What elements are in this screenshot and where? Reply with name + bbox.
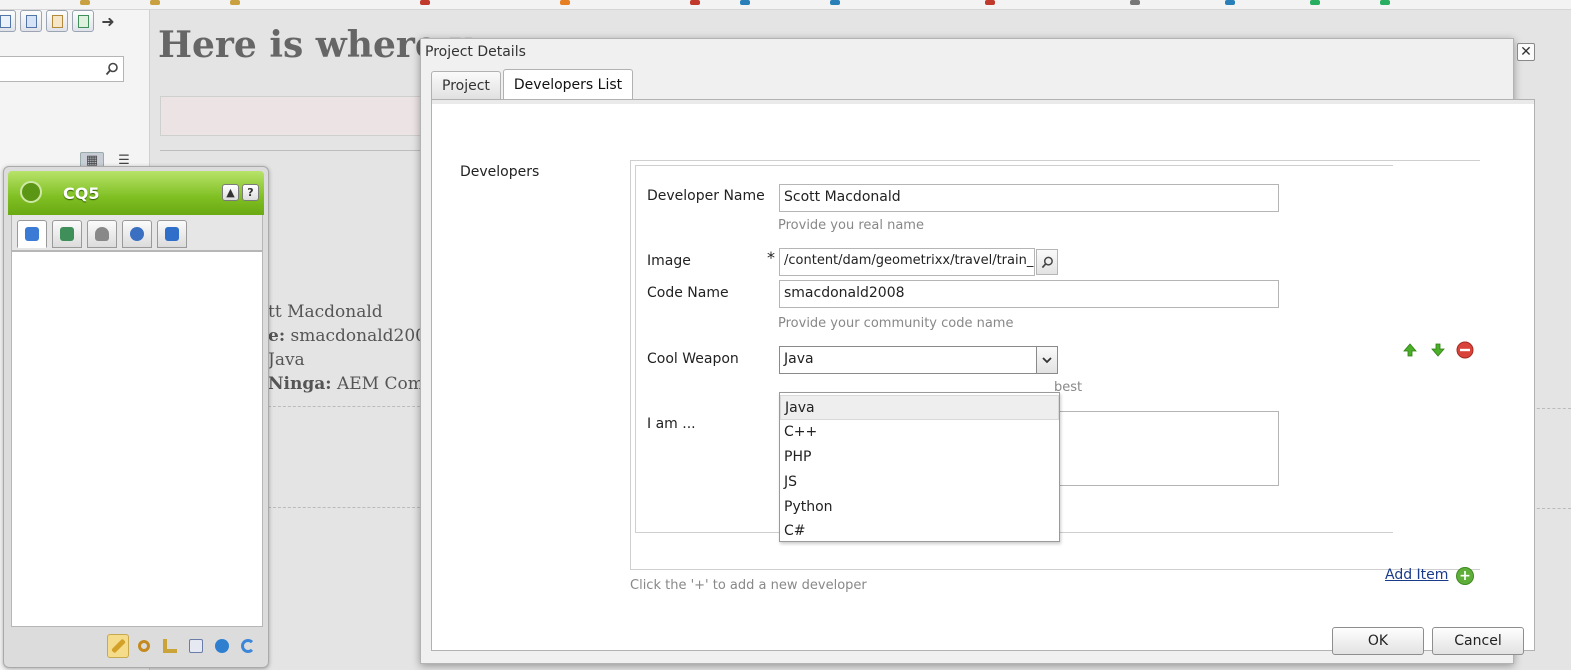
- multifield-hint: Click the '+' to add a new developer: [630, 578, 867, 593]
- cq5-logo-icon: [20, 181, 42, 203]
- preview-magnifier-icon: [138, 640, 150, 652]
- tab-workflow[interactable]: [157, 220, 187, 248]
- components-icon: [25, 227, 39, 241]
- design-ruler-icon: [163, 639, 177, 653]
- workflow-icon: [165, 227, 179, 241]
- page-icon[interactable]: [72, 10, 94, 32]
- cool-weapon-select[interactable]: Java: [779, 346, 1037, 374]
- cancel-button[interactable]: Cancel: [1432, 627, 1524, 655]
- sidekick-title: CQ5: [63, 184, 100, 203]
- i-am-label: I am ...: [647, 416, 696, 432]
- tab-strip-underline: [432, 100, 1534, 104]
- preview-mode-button[interactable]: [133, 634, 155, 658]
- option-python[interactable]: Python: [780, 495, 1059, 520]
- image-path-field[interactable]: /content/dam/geometrixx/travel/train_: [779, 248, 1035, 276]
- tab-versioning[interactable]: [87, 220, 117, 248]
- doc-icon[interactable]: [0, 10, 16, 32]
- edit-mode-button[interactable]: [107, 634, 129, 658]
- edit-pencil-icon: [110, 638, 126, 654]
- clock-icon: [130, 227, 144, 241]
- add-icon[interactable]: +: [1456, 567, 1474, 585]
- dropdown-trigger[interactable]: [1036, 346, 1058, 374]
- sidekick-content: [11, 251, 263, 627]
- page-text-line: Java: [268, 350, 305, 370]
- page-text-line: tt Macdonald: [268, 302, 383, 322]
- tab-project[interactable]: Project: [431, 71, 501, 99]
- cool-weapon-options: Java C++ PHP JS Python C#: [779, 392, 1060, 542]
- dialog-footer: OK Cancel: [421, 611, 1549, 665]
- film-icon[interactable]: [20, 10, 42, 32]
- project-details-dialog[interactable]: Project Details ✕ Project Developers Lis…: [420, 38, 1535, 664]
- required-marker: *: [767, 248, 775, 267]
- developer-name-label: Developer Name: [647, 188, 765, 204]
- option-csharp[interactable]: C#: [780, 519, 1059, 544]
- refresh-icon: [241, 639, 255, 653]
- search-icon[interactable]: [101, 58, 123, 80]
- design-mode-button[interactable]: [159, 634, 181, 658]
- component-boundary: [268, 406, 420, 407]
- tab-developers-list[interactable]: Developers List: [502, 69, 634, 99]
- sidekick-header[interactable]: CQ5 ▲ ?: [8, 171, 264, 215]
- close-icon[interactable]: ✕: [1517, 43, 1535, 61]
- tag-icon[interactable]: [46, 10, 68, 32]
- move-up-icon[interactable]: [1401, 341, 1419, 359]
- sidekick-footer: [11, 629, 263, 663]
- move-down-icon[interactable]: [1429, 341, 1447, 359]
- help-icon[interactable]: ?: [242, 184, 259, 201]
- ok-button[interactable]: OK: [1332, 627, 1424, 655]
- sidekick-tabs: [11, 215, 263, 251]
- globe-icon: [215, 639, 229, 653]
- tab-page[interactable]: [52, 220, 82, 248]
- developer-name-hint: Provide you real name: [778, 218, 924, 233]
- collapse-icon[interactable]: ▲: [222, 184, 239, 201]
- page-text-line: Ninga: AEM Comm: [268, 374, 440, 394]
- dialog-tabs: Project Developers List: [431, 69, 634, 99]
- code-name-field[interactable]: smacdonald2008: [779, 280, 1279, 308]
- developers-label: Developers: [460, 164, 540, 180]
- cool-weapon-label: Cool Weapon: [647, 351, 739, 367]
- website-admin-button[interactable]: [211, 634, 233, 658]
- dialog-body: Developers Developer Name Scott Macdonal…: [431, 99, 1535, 651]
- refresh-button[interactable]: [237, 634, 259, 658]
- remove-icon[interactable]: [1456, 341, 1474, 359]
- developer-name-field[interactable]: Scott Macdonald: [779, 184, 1279, 212]
- tab-history[interactable]: [122, 220, 152, 248]
- tab-components[interactable]: [17, 220, 47, 248]
- component-boundary: [268, 507, 420, 508]
- cq5-sidekick[interactable]: CQ5 ▲ ?: [3, 166, 269, 668]
- option-java[interactable]: Java: [780, 395, 1059, 420]
- notes-icon: [189, 639, 203, 653]
- lock-icon: [95, 227, 109, 241]
- content-finder-toolbar: ➜: [0, 10, 118, 40]
- code-name-label: Code Name: [647, 285, 729, 301]
- arrow-right-icon[interactable]: ➜: [98, 10, 118, 32]
- add-item-link[interactable]: Add Item: [1385, 567, 1448, 583]
- image-label: Image: [647, 253, 691, 269]
- browse-button[interactable]: [1036, 249, 1058, 275]
- divider: [160, 150, 430, 151]
- page-component-box: [160, 96, 430, 136]
- option-php[interactable]: PHP: [780, 445, 1059, 470]
- page-text-line: e: smacdonald2008: [268, 326, 437, 346]
- option-js[interactable]: JS: [780, 470, 1059, 495]
- bookmarks-bar: [0, 0, 1571, 10]
- option-cpp[interactable]: C++: [780, 420, 1059, 445]
- search-icon: [1041, 256, 1053, 268]
- chevron-down-icon: [1042, 357, 1052, 364]
- code-name-hint: Provide your community code name: [778, 316, 1014, 331]
- page-icon: [60, 227, 74, 241]
- notes-button[interactable]: [185, 634, 207, 658]
- dialog-title: Project Details: [425, 44, 526, 60]
